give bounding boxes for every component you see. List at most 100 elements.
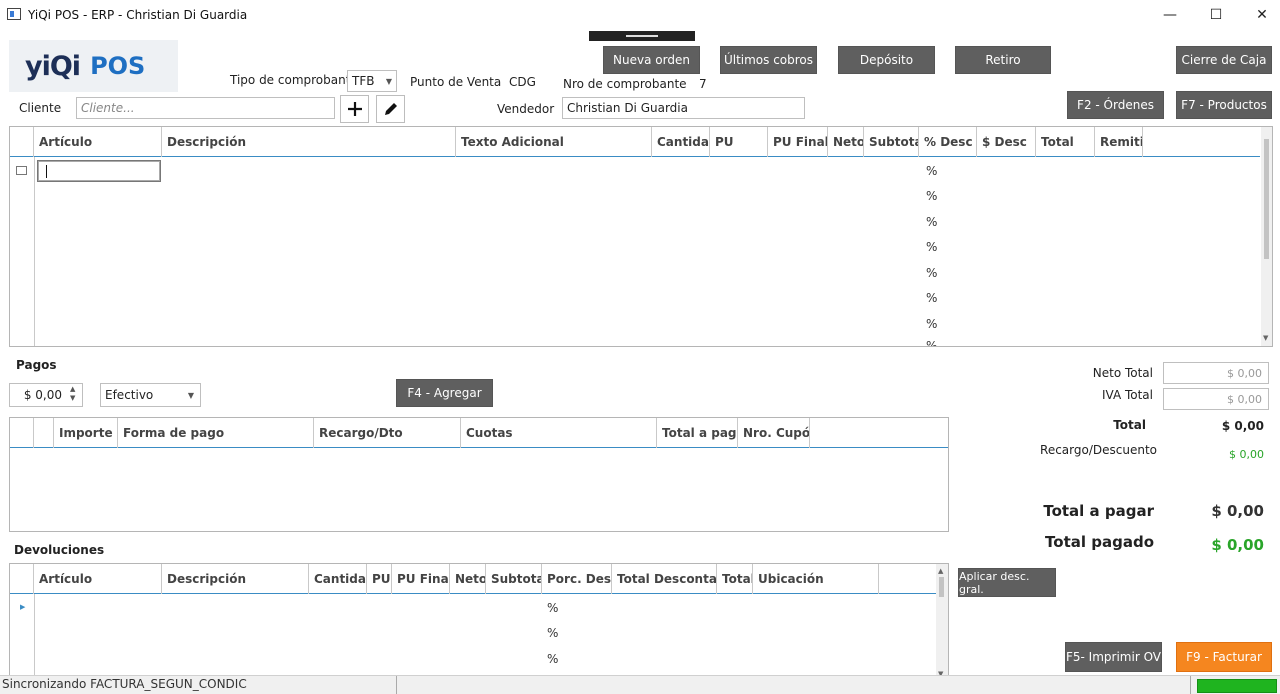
col-articulo[interactable]: Artículo [34, 127, 162, 157]
punto-venta-value: CDG [509, 75, 536, 89]
col-neto[interactable]: Neto [450, 564, 486, 594]
logo-yiqi-text: yiQi [25, 50, 81, 82]
col-neto[interactable]: Neto [828, 127, 864, 157]
total-pagado-label: Total pagado [1045, 533, 1154, 551]
devoluciones-grid: Artículo Descripción Cantidad PU PU Fina… [9, 563, 949, 683]
status-bar: Sincronizando FACTURA_SEGUN_CONDIC [0, 675, 1280, 694]
add-cliente-button[interactable] [340, 95, 369, 123]
scroll-up-icon[interactable]: ▲ [938, 567, 943, 575]
pct-desc-cell: % [926, 317, 938, 331]
neto-total-label: Neto Total [1092, 366, 1153, 380]
devoluciones-scrollbar[interactable]: ▲ ▼ [936, 564, 948, 682]
col-texto-adicional[interactable]: Texto Adicional [456, 127, 652, 157]
articulo-cell-editor[interactable] [37, 160, 161, 182]
tipo-comprobante-select[interactable]: TFB ▼ [347, 70, 397, 92]
porc-desc-cell: % [547, 626, 559, 640]
vendedor-input[interactable]: Christian Di Guardia [562, 97, 805, 119]
f9-facturar-button[interactable]: F9 - Facturar [1176, 642, 1272, 672]
chevron-down-icon: ▼ [385, 76, 392, 86]
pagos-grid: Importe Forma de pago Recargo/Dto Cuotas… [9, 417, 949, 532]
col-porc-desc[interactable]: Porc. Desc. [542, 564, 612, 594]
status-divider [396, 676, 397, 694]
col-total-descontado[interactable]: Total Descontado [612, 564, 717, 594]
pct-desc-cell: % [926, 291, 938, 305]
total-value: $ 0,00 [1221, 419, 1264, 433]
row-header-divider [34, 157, 35, 346]
col-subtotal[interactable]: Subtotal [486, 564, 542, 594]
col-cuotas[interactable]: Cuotas [461, 418, 657, 448]
f7-productos-button[interactable]: F7 - Productos [1176, 91, 1272, 119]
col-importe[interactable]: Importe [54, 418, 118, 448]
items-grid-header: Artículo Descripción Texto Adicional Can… [10, 127, 1260, 157]
porc-desc-cell: % [547, 601, 559, 615]
app-icon [7, 8, 21, 20]
row-edit-icon [16, 166, 27, 175]
col-pu[interactable]: PU [710, 127, 768, 157]
col-pu[interactable]: PU [367, 564, 392, 594]
f2-ordenes-button[interactable]: F2 - Órdenes [1067, 91, 1164, 119]
col-subtotal[interactable]: Subtotal [864, 127, 919, 157]
close-button[interactable]: ✕ [1240, 0, 1280, 30]
nro-comprobante-value: 7 [699, 77, 707, 91]
cierre-caja-button[interactable]: Cierre de Caja [1176, 46, 1272, 74]
chevron-down-icon: ▼ [187, 390, 194, 400]
items-grid: Artículo Descripción Texto Adicional Can… [9, 126, 1273, 347]
col-cantidad[interactable]: Cantidad [652, 127, 710, 157]
recargo-descuento-label: Recargo/Descuento [1040, 443, 1157, 457]
cliente-placeholder: Cliente... [81, 101, 135, 115]
neto-total-field: $ 0,00 [1163, 362, 1269, 384]
row-header-cell [10, 127, 34, 157]
iva-total-field: $ 0,00 [1163, 388, 1269, 410]
tipo-comprobante-label: Tipo de comprobante [230, 73, 358, 87]
deposito-button[interactable]: Depósito [838, 46, 935, 74]
col-articulo[interactable]: Artículo [34, 564, 162, 594]
row-header-divider [34, 594, 35, 682]
col-nro-cupon[interactable]: Nro. Cupón [738, 418, 810, 448]
forma-pago-select[interactable]: Efectivo ▼ [100, 383, 201, 407]
col-ubicacion[interactable]: Ubicación [753, 564, 879, 594]
col-total[interactable]: Total [717, 564, 753, 594]
nueva-orden-button[interactable]: Nueva orden [603, 46, 700, 74]
drag-handle[interactable] [589, 31, 695, 41]
col-forma-pago[interactable]: Forma de pago [118, 418, 314, 448]
col-total-a-pagar[interactable]: Total a pagar [657, 418, 738, 448]
title-bar: YiQi POS - ERP - Christian Di Guardia — … [0, 0, 1280, 30]
col-total[interactable]: Total [1036, 127, 1095, 157]
items-scrollbar-thumb[interactable] [1264, 139, 1269, 259]
cliente-label: Cliente [19, 101, 62, 115]
pagos-grid-header: Importe Forma de pago Recargo/Dto Cuotas… [10, 418, 948, 448]
col-remitir[interactable]: Remitir [1095, 127, 1143, 157]
col-pu-final[interactable]: PU Final [768, 127, 828, 157]
logo-pos-text: POS [90, 52, 146, 80]
devoluciones-scrollbar-thumb[interactable] [939, 577, 944, 597]
col-recargo-dto[interactable]: Recargo/Dto [314, 418, 461, 448]
edit-cliente-button[interactable] [376, 95, 405, 123]
devoluciones-title: Devoluciones [14, 543, 105, 557]
minimize-button[interactable]: — [1148, 0, 1192, 30]
aplicar-desc-gral-button[interactable]: Aplicar desc. gral. [958, 568, 1056, 597]
row-header-cell [34, 418, 54, 448]
amount-spinner-icon[interactable]: ▲ ▼ [70, 385, 75, 403]
col-descripcion[interactable]: Descripción [162, 564, 309, 594]
col-descripcion[interactable]: Descripción [162, 127, 456, 157]
row-header-cell [10, 418, 34, 448]
pagos-title: Pagos [16, 358, 57, 372]
col-monto-desc[interactable]: $ Desc [977, 127, 1036, 157]
col-cantidad[interactable]: Cantidad [309, 564, 367, 594]
yiqi-pos-logo: yiQi POS [9, 40, 178, 92]
nro-comprobante-label: Nro de comprobante [563, 77, 687, 91]
forma-pago-value: Efectivo [105, 388, 154, 402]
f5-imprimir-ov-button[interactable]: F5- Imprimir OV [1065, 642, 1162, 672]
col-pct-desc[interactable]: % Desc [919, 127, 977, 157]
f4-agregar-button[interactable]: F4 - Agregar [396, 379, 493, 407]
items-scrollbar[interactable]: ▼ [1261, 127, 1272, 346]
sync-progress-bar [1197, 679, 1277, 693]
scroll-down-icon[interactable]: ▼ [1263, 334, 1268, 342]
retiro-button[interactable]: Retiro [955, 46, 1051, 74]
maximize-button[interactable]: ☐ [1194, 0, 1238, 30]
col-pu-final[interactable]: PU Final [392, 564, 450, 594]
vendedor-label: Vendedor [497, 102, 555, 116]
cliente-input[interactable]: Cliente... [76, 97, 335, 119]
recargo-descuento-value: $ 0,00 [1229, 448, 1264, 461]
ultimos-cobros-button[interactable]: Últimos cobros [720, 46, 817, 74]
